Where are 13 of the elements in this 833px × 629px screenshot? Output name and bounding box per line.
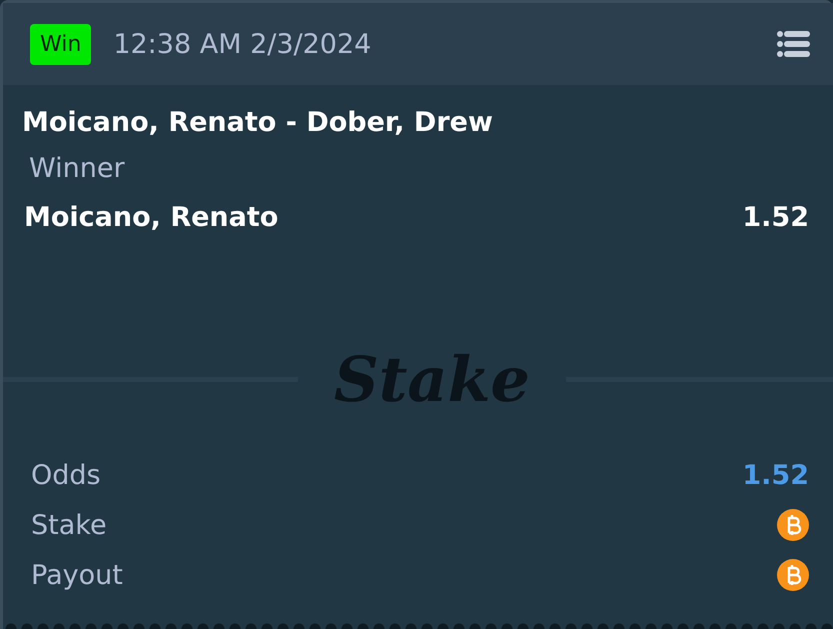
summary-label: Odds — [31, 460, 101, 490]
bitcoin-icon — [777, 559, 809, 591]
selection-odds: 1.52 — [742, 201, 809, 235]
summary-label: Payout — [31, 560, 123, 590]
selection-name: Moicano, Renato — [24, 201, 278, 235]
bitcoin-icon — [777, 509, 809, 541]
menu-icon[interactable] — [777, 30, 811, 58]
bet-time: 12:38 AM 2/3/2024 — [113, 28, 372, 60]
status-badge: Win — [30, 24, 92, 64]
event-title: Moicano, Renato - Dober, Drew — [22, 106, 494, 140]
summary-value: 1.52 — [742, 460, 809, 490]
market-name: Winner — [28, 152, 126, 186]
summary-label: Stake — [31, 510, 107, 540]
